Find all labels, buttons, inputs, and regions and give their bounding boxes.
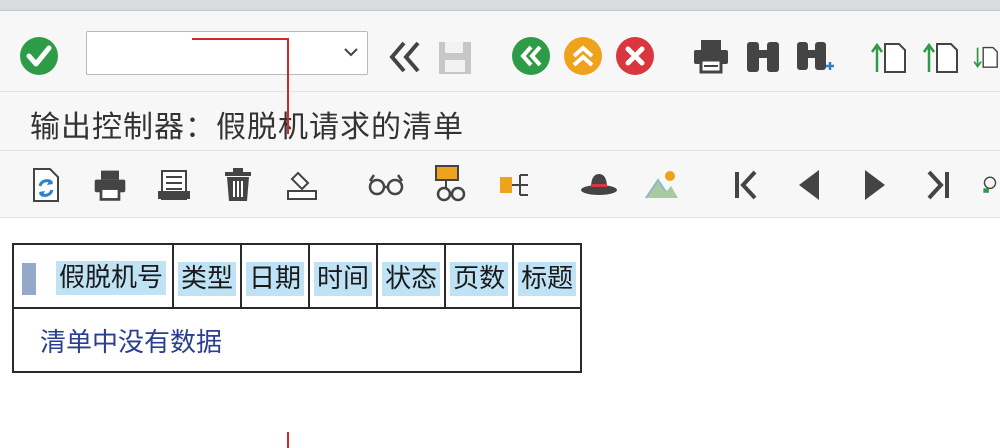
previous-page-icon[interactable] (920, 35, 962, 77)
column-header-title[interactable]: 标题 (512, 243, 583, 309)
hierarchy-icon[interactable] (496, 165, 536, 205)
print-icon[interactable] (690, 35, 732, 77)
select-all-marker[interactable] (22, 262, 36, 295)
system-toolbar (0, 11, 1000, 92)
save-icon[interactable] (434, 37, 476, 79)
last-icon[interactable] (918, 165, 958, 205)
output-request-icon[interactable] (282, 165, 322, 205)
application-toolbar (0, 151, 1000, 218)
column-header-spool-number[interactable]: 假脱机号 (11, 243, 175, 309)
empty-list-message: 清单中没有数据 (11, 307, 583, 373)
image-icon[interactable] (642, 165, 682, 205)
cancel-icon[interactable] (614, 35, 656, 77)
window-top-strip (0, 0, 1000, 11)
red-guide-line (192, 38, 288, 40)
spool-list-table: 假脱机号 类型 日期 时间 状态 页数 标题 清单中没有数据 (11, 243, 583, 373)
column-header-type[interactable]: 类型 (172, 243, 243, 309)
find-icon[interactable] (742, 35, 784, 77)
print-icon[interactable] (90, 165, 130, 205)
page-title: 输出控制器：假脱机请求的清单 (30, 110, 464, 145)
delete-icon[interactable] (218, 165, 258, 205)
back-double-icon[interactable] (384, 37, 426, 77)
find-next-icon[interactable] (794, 35, 836, 77)
attributes-icon[interactable] (430, 163, 470, 205)
column-header-time[interactable]: 时间 (308, 243, 379, 309)
previous-icon[interactable] (790, 165, 830, 205)
red-guide-line-vertical (287, 38, 289, 134)
display-contents-icon[interactable] (154, 165, 194, 205)
next-icon[interactable] (854, 165, 894, 205)
display-icon[interactable] (366, 165, 406, 205)
first-icon[interactable] (726, 165, 766, 205)
chevron-down-icon[interactable] (341, 42, 361, 62)
next-page-icon[interactable] (972, 35, 1000, 77)
more-icon[interactable] (980, 165, 1000, 205)
column-header-date[interactable]: 日期 (240, 243, 311, 309)
command-input[interactable] (91, 38, 325, 68)
column-header-status[interactable]: 状态 (376, 243, 447, 309)
column-header-pages[interactable]: 页数 (444, 243, 515, 309)
refresh-icon[interactable] (24, 165, 64, 205)
enter-icon[interactable] (18, 35, 60, 77)
table-header-row: 假脱机号 类型 日期 时间 状态 页数 标题 (11, 243, 583, 309)
exit-icon[interactable] (562, 35, 604, 77)
table-row: 清单中没有数据 (11, 307, 583, 373)
red-guide-line-bottom (287, 432, 289, 448)
back-icon[interactable] (510, 35, 552, 77)
hat-icon[interactable] (578, 165, 620, 205)
title-bar: 输出控制器：假脱机请求的清单 (0, 92, 1000, 151)
first-page-icon[interactable] (868, 35, 910, 77)
